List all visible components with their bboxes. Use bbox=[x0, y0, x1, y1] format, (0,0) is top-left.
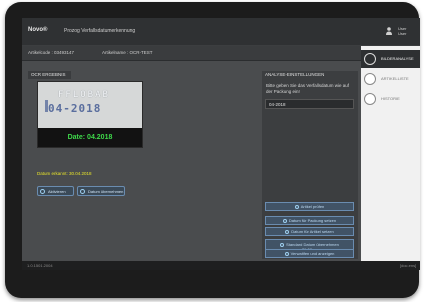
article-code: Artikelcode : 03493147 bbox=[28, 50, 75, 55]
sidebar-item-article-list[interactable]: ARTIKELLISTE bbox=[361, 70, 420, 88]
check-icon bbox=[284, 252, 289, 256]
ocr-captured-image: FFLOBAB 04-2018 Date: 04.2018 bbox=[37, 81, 143, 148]
image-analysis-icon bbox=[364, 53, 376, 65]
sidebar: BILDERANALYSE ARTIKELLISTE HISTORIE bbox=[361, 46, 420, 261]
expiry-date-prompt: Bitte geben Sie das Verfallsdatum wie au… bbox=[266, 83, 350, 94]
analysis-settings-panel: ANALYSE-EINSTELLUNGEN Bitte geben Sie da… bbox=[262, 71, 358, 259]
version-text: 1.0.1501.2004 bbox=[27, 263, 53, 268]
expiry-date-input[interactable]: 04-2018 bbox=[265, 99, 354, 109]
list-icon bbox=[364, 73, 376, 85]
ocr-result-header: OCR ERGEBNIS bbox=[28, 71, 71, 79]
check-icon bbox=[282, 219, 287, 223]
user-icon[interactable] bbox=[386, 27, 392, 35]
status-right-text: [doc.ens] bbox=[400, 263, 417, 268]
check-article-button[interactable]: Artikel prüfen bbox=[265, 202, 354, 211]
check-icon bbox=[80, 189, 85, 194]
check-icon bbox=[280, 243, 285, 247]
article-info-bar: Artikelcode : 03493147 Artikelname : OCR… bbox=[22, 46, 361, 60]
tablet-frame: Novo® Prozog Verfallsdatumerkennung User… bbox=[5, 2, 420, 298]
main-content: OCR ERGEBNIS FFLOBAB 04-2018 Date: 04.20… bbox=[22, 61, 361, 261]
activate-button[interactable]: Aktivieren bbox=[37, 186, 74, 196]
clock-icon bbox=[364, 93, 376, 105]
app-title: Prozog Verfallsdatumerkennung bbox=[64, 28, 136, 34]
sidebar-item-label: ARTIKELLISTE bbox=[381, 76, 409, 81]
set-pack-date-button[interactable]: Datum für Packung setzen bbox=[265, 216, 354, 225]
sidebar-item-history[interactable]: HISTORIE bbox=[361, 90, 420, 108]
manage-and-show-button[interactable]: Verwaltfen und anzeigen bbox=[265, 249, 354, 258]
sidebar-item-image-analysis[interactable]: BILDERANALYSE bbox=[361, 50, 420, 68]
check-icon bbox=[294, 205, 299, 209]
image-text-line1: FFLOBAB bbox=[58, 90, 110, 100]
user-name-line2: User bbox=[398, 31, 407, 36]
app-screen: Novo® Prozog Verfallsdatumerkennung User… bbox=[22, 18, 420, 270]
sidebar-item-label: BILDERANALYSE bbox=[381, 56, 414, 61]
title-bar: Novo® Prozog Verfallsdatumerkennung User… bbox=[22, 18, 420, 46]
activate-button-label: Aktivieren bbox=[48, 189, 66, 194]
set-article-date-label: Datum für Artikel setzen bbox=[291, 229, 334, 234]
analysis-settings-header: ANALYSE-EINSTELLUNGEN bbox=[265, 72, 325, 77]
recognized-date-overlay: Date: 04.2018 bbox=[38, 128, 142, 147]
check-icon bbox=[40, 189, 45, 194]
status-bar: 1.0.1501.2004 [doc.ens] bbox=[22, 261, 420, 270]
article-name: Artikelname : OCR-TEST bbox=[102, 50, 153, 55]
set-pack-date-label: Datum für Packung setzen bbox=[288, 218, 337, 223]
manage-and-show-label: Verwaltfen und anzeigen bbox=[290, 251, 335, 256]
accept-date-button[interactable]: Datum übernehmen bbox=[77, 186, 125, 196]
user-name[interactable]: User User bbox=[398, 26, 406, 36]
check-article-label: Artikel prüfen bbox=[300, 204, 325, 209]
accept-date-button-label: Datum übernehmen bbox=[88, 189, 124, 194]
check-icon bbox=[285, 230, 290, 234]
image-text-line2: 04-2018 bbox=[48, 102, 102, 115]
sidebar-item-label: HISTORIE bbox=[381, 96, 400, 101]
recognized-date-text: Datum erkannt: 30.04.2018 bbox=[37, 171, 92, 176]
app-logo: Novo® bbox=[28, 27, 48, 33]
set-article-date-button[interactable]: Datum für Artikel setzen bbox=[265, 227, 354, 236]
